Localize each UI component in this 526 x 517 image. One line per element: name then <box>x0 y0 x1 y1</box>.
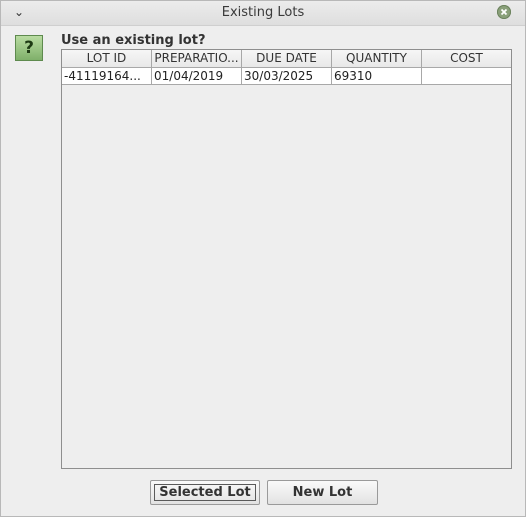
window-title: Existing Lots <box>221 5 305 20</box>
cell-lot-id[interactable]: -41119164... <box>62 68 152 85</box>
table-header: LOT ID PREPARATIO... DUE DATE QUANTITY C… <box>62 50 511 68</box>
cell-cost[interactable] <box>422 68 511 85</box>
selected-lot-label: Selected Lot <box>159 485 251 500</box>
table-row[interactable]: -41119164... 01/04/2019 30/03/2025 69310 <box>62 68 511 85</box>
column-header-cost[interactable]: COST <box>422 50 511 68</box>
existing-lots-dialog: ⌄ Existing Lots ? Use an existing lot? L… <box>0 0 526 517</box>
close-icon[interactable] <box>497 5 511 19</box>
column-header-preparation[interactable]: PREPARATIO... <box>152 50 242 68</box>
lots-table[interactable]: LOT ID PREPARATIO... DUE DATE QUANTITY C… <box>61 49 512 469</box>
column-header-quantity[interactable]: QUANTITY <box>332 50 422 68</box>
prompt-text: Use an existing lot? <box>61 33 206 48</box>
cell-due-date[interactable]: 30/03/2025 <box>242 68 332 85</box>
column-header-due-date[interactable]: DUE DATE <box>242 50 332 68</box>
selected-lot-button[interactable]: Selected Lot <box>150 480 260 505</box>
title-bar: ⌄ Existing Lots <box>1 1 525 26</box>
cell-preparation[interactable]: 01/04/2019 <box>152 68 242 85</box>
cell-quantity[interactable]: 69310 <box>332 68 422 85</box>
question-icon: ? <box>15 35 43 61</box>
column-header-lot-id[interactable]: LOT ID <box>62 50 152 68</box>
new-lot-button[interactable]: New Lot <box>267 480 378 505</box>
